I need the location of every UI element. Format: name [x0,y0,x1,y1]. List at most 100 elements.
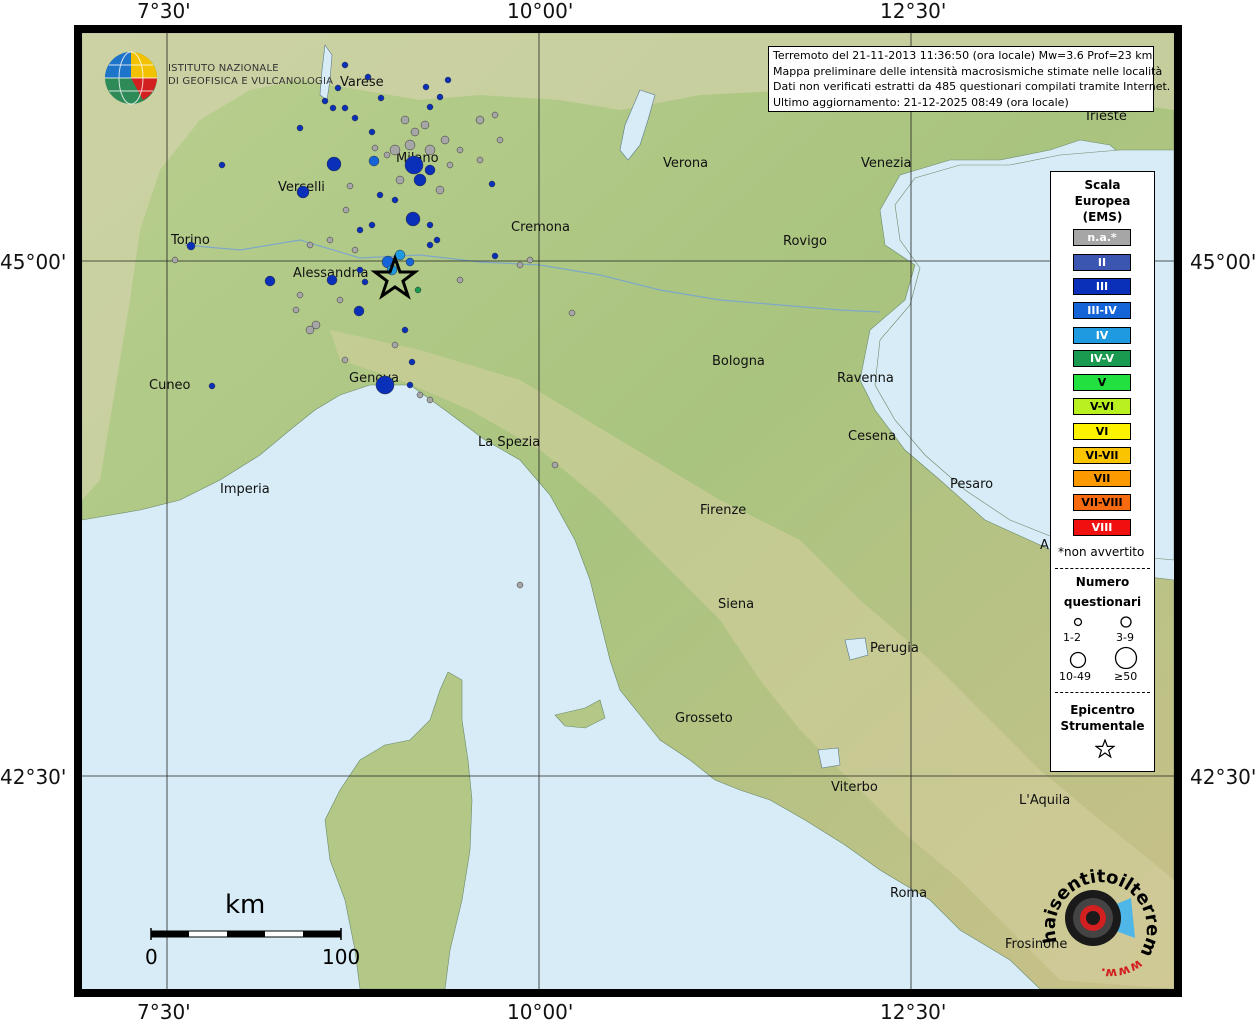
intensity-point [371,144,379,152]
legend-title-1: Scala [1084,178,1121,192]
city-label-cremona: Cremona [511,220,570,235]
intensity-point [353,305,365,317]
city-label-imperia: Imperia [220,482,270,497]
coord-bottom-3: 12°30' [880,1000,947,1024]
intensity-point [414,286,422,294]
size-label-3: 10-49 [1059,670,1091,683]
city-label-firenze: Firenze [700,503,746,518]
scale-start: 0 [145,945,158,969]
intensity-point [334,84,342,92]
intensity-point [306,241,314,249]
city-label-l-aquila: L'Aquila [1019,793,1070,808]
coord-left-1: 45°00' [0,250,67,274]
legend-swatch-n-a-: n.a.* [1073,229,1131,246]
city-label-ravenna: Ravenna [837,371,894,386]
intensity-point [426,103,434,111]
intensity-point [356,226,364,234]
city-label-perugia: Perugia [870,641,919,656]
intensity-point [364,73,372,81]
intensity-point [264,275,276,287]
city-label-cuneo: Cuneo [149,378,191,393]
intensity-point [375,375,395,395]
intensity-point [404,139,416,151]
intensity-point [404,155,424,175]
intensity-point [356,266,364,274]
intensity-point [395,175,405,185]
intensity-point [389,144,401,156]
intensity-point [368,128,376,136]
haisentito-logo-icon: haisentitoilterremoto.it www. [1035,850,1163,980]
legend-separator [1055,568,1150,569]
intensity-point [526,256,534,264]
intensity-point [400,115,410,125]
legend-swatch-iv-v: IV-V [1073,350,1131,367]
ingv-logo-text: ISTITUTO NAZIONALE DI GEOFISICA E VULCAN… [168,62,333,88]
city-label-viterbo: Viterbo [831,780,878,795]
epicenter-legend-icon [1095,739,1115,759]
intensity-point [551,461,559,469]
intensity-point [516,581,524,589]
intensity-point [218,161,226,169]
intensity-point [516,261,524,269]
legend-swatch-iii: III [1073,278,1131,295]
intensity-point [329,104,337,112]
intensity-point [326,274,338,286]
intensity-point [341,61,349,69]
info-line-4: Ultimo aggiornamento: 21-12-2025 08:49 (… [773,95,1069,109]
city-label-roma: Roma [890,886,927,901]
svg-text:www.: www. [1099,956,1145,980]
coord-right-2: 42°30' [1190,765,1255,789]
intensity-point [351,114,359,122]
intensity-point [342,206,350,214]
city-label-grosseto: Grosseto [675,711,733,726]
legend-title-3: (EMS) [1082,210,1123,224]
legend-note: *non avvertito [1058,545,1145,559]
intensity-point [446,161,454,169]
city-label-a: A [1040,538,1049,553]
intensity-point [424,144,436,156]
coord-bottom-2: 10°00' [507,1000,574,1024]
brand-www: www. [1099,956,1145,980]
intensity-point [440,135,450,145]
intensity-point [186,241,196,251]
coord-left-2: 42°30' [0,765,67,789]
lake-bolsena [817,747,841,769]
legend-swatch-vi: VI [1073,423,1131,440]
legend-title-2: Europea [1074,194,1131,208]
intensity-point [436,93,444,101]
intensity-point [391,341,399,349]
intensity-point [305,325,315,335]
intensity-point [383,151,391,159]
legend-swatch-iv: IV [1073,327,1131,344]
intensity-point [326,156,342,172]
intensity-point [426,221,434,229]
coord-top-2: 10°00' [507,0,574,23]
size-label-1: 1-2 [1063,631,1081,644]
intensity-point [424,164,436,176]
intensity-point [296,185,310,199]
intensity-point [405,211,421,227]
info-line-1: Terremoto del 21-11-2013 11:36:50 (ora l… [773,49,1153,62]
intensity-point [326,236,334,244]
city-label-varese: Varese [340,75,384,90]
intensity-point [426,396,434,404]
intensity-point [368,221,376,229]
intensity-point [475,115,485,125]
legend-swatch-iii-iv: III-IV [1073,302,1131,319]
intensity-point [416,391,424,399]
count-title-2: questionari [1063,595,1142,609]
logo-line-1: ISTITUTO NAZIONALE [168,63,279,74]
info-line-2: Mappa preliminare delle intensità macros… [773,64,1163,78]
intensity-point [351,246,359,254]
city-label-la-spezia: La Spezia [478,435,540,450]
epi-title-2: Strumentale [1060,719,1145,733]
coord-right-1: 45°00' [1190,250,1255,274]
intensity-point [346,182,354,190]
intensity-point [341,104,349,112]
intensity-point [336,296,344,304]
coord-top-3: 12°30' [880,0,947,23]
map-area[interactable]: VareseMilanoVercelliTorinoAlessandriaCre… [82,33,1174,989]
legend-swatch-vi-vii: VI-VII [1073,447,1131,464]
intensity-point [376,191,384,199]
intensity-point [405,257,415,267]
